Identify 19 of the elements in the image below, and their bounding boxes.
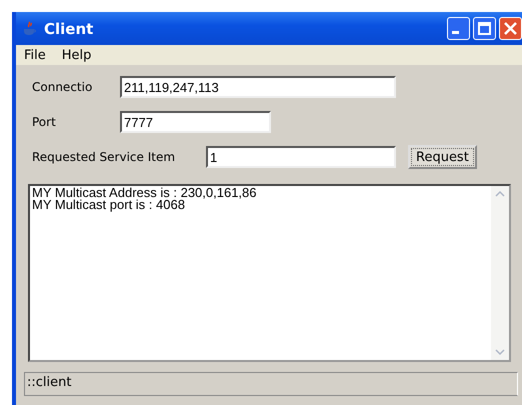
log-line: MY Multicast port is : 4068 bbox=[32, 199, 185, 211]
coffee-cup-icon bbox=[22, 20, 38, 36]
status-text: ::client bbox=[27, 375, 72, 390]
field-label: Connectio bbox=[31, 80, 94, 94]
maximize-button[interactable] bbox=[473, 17, 496, 40]
log-line: MY Multicast Address is : 230,0,161,86 bbox=[32, 187, 258, 199]
text-area[interactable]: MY Multicast Address is : 230,0,161,86 MY Multicast port is : 4068 bbox=[28, 184, 511, 362]
field-label: Requested Service Item bbox=[31, 150, 176, 164]
menu-item[interactable]: File bbox=[24, 48, 46, 62]
field-label: Port bbox=[31, 115, 57, 129]
input-field[interactable]: 1 bbox=[206, 146, 396, 168]
minimize-icon bbox=[452, 31, 459, 34]
minimize-button[interactable] bbox=[447, 17, 470, 40]
window-title: Client bbox=[44, 20, 94, 38]
input-field[interactable]: 7777 bbox=[120, 111, 271, 133]
menu-item[interactable]: Help bbox=[62, 48, 92, 62]
input-field[interactable]: 211,119,247,113 bbox=[120, 76, 396, 98]
close-button[interactable] bbox=[499, 17, 522, 40]
request-button[interactable]: Request bbox=[408, 145, 477, 169]
